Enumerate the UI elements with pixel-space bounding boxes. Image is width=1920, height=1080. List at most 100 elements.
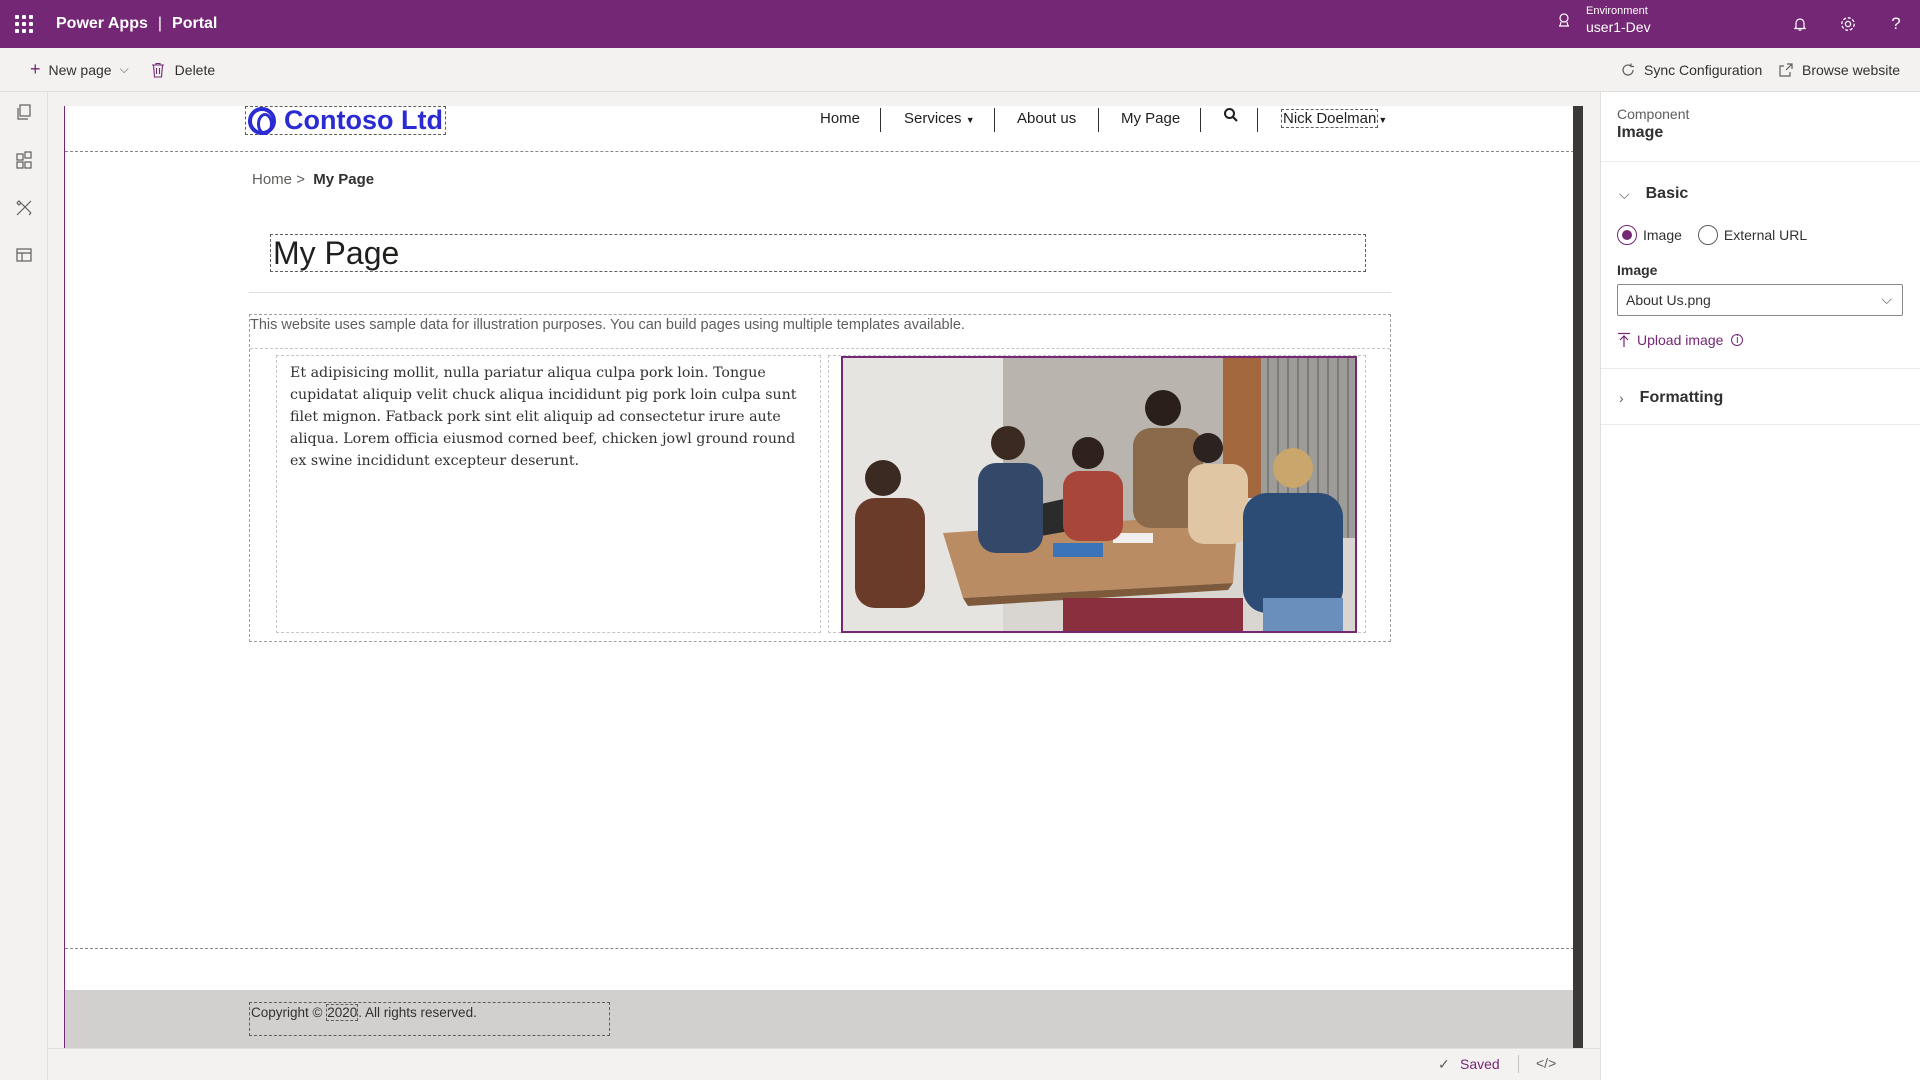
site-header[interactable]: Contoso Ltd Home Services ▼ About us My … — [65, 106, 1573, 152]
caret-down-icon: ▼ — [1378, 115, 1388, 125]
breadcrumb-home[interactable]: Home — [252, 171, 292, 188]
nav-divider — [1200, 108, 1201, 132]
nav-divider — [994, 108, 995, 132]
templates-icon[interactable] — [14, 246, 34, 266]
trash-icon — [151, 62, 164, 78]
copyright-year: 2020 — [326, 1004, 359, 1021]
copyright-block[interactable]: Copyright © 2020. All rights reserved. — [249, 1002, 610, 1036]
environment-icon — [1559, 13, 1569, 27]
image-source-group: Image External URL — [1617, 225, 1807, 245]
nav-divider — [880, 108, 881, 132]
notifications-bell-icon[interactable] — [1788, 12, 1812, 36]
app-launcher-icon[interactable] — [0, 0, 48, 48]
image-select[interactable]: About Us.png ⌵ — [1617, 284, 1903, 316]
pane-header: Component Image — [1601, 92, 1920, 162]
radio-image-label: Image — [1643, 227, 1682, 243]
body-text: Et adipisicing mollit, nulla pariatur al… — [290, 365, 797, 469]
themes-icon[interactable] — [14, 198, 34, 218]
contoso-logo-icon — [248, 106, 276, 135]
nav-divider — [1257, 108, 1258, 132]
pane-divider — [1601, 368, 1920, 369]
section-divider — [250, 348, 1390, 349]
browse-label: Browse website — [1802, 62, 1901, 78]
selected-image[interactable] — [841, 356, 1357, 633]
copyright-suffix: . All rights reserved. — [358, 1005, 477, 1020]
site-logo[interactable]: Contoso Ltd — [245, 106, 446, 135]
intro-text: This website uses sample data for illust… — [250, 317, 965, 333]
help-question-icon[interactable]: ? — [1884, 12, 1908, 36]
component-name: Image — [1617, 124, 1664, 141]
checkmark-icon: ✓ — [1438, 1056, 1450, 1072]
chevron-right-icon: › — [1619, 390, 1624, 406]
user-menu[interactable]: Nick Doelman ▼ — [1281, 108, 1387, 130]
copyright-prefix: Copyright © — [251, 1005, 327, 1020]
app-sub-name: Portal — [172, 15, 218, 32]
sync-label: Sync Configuration — [1644, 62, 1763, 78]
command-bar: + New page ⌵ Delete Sync Configuration B… — [0, 48, 1920, 92]
site-footer[interactable]: Copyright © 2020. All rights reserved. — [65, 990, 1573, 1048]
image-field-label: Image — [1617, 262, 1658, 278]
left-rail — [0, 92, 48, 1080]
environment-switcher[interactable]: Environment user1-Dev — [1556, 4, 1651, 36]
status-divider — [1518, 1055, 1519, 1073]
browse-website-button[interactable]: Browse website — [1778, 48, 1900, 92]
delete-label: Delete — [174, 61, 216, 78]
breadcrumb-current: My Page — [313, 171, 375, 188]
image-column[interactable] — [828, 355, 1366, 633]
search-icon[interactable] — [1223, 107, 1239, 123]
status-bar: ✓ Saved </> — [48, 1048, 1600, 1080]
upload-icon — [1618, 332, 1630, 347]
pages-icon[interactable] — [14, 102, 34, 122]
delete-button[interactable]: Delete — [151, 48, 215, 92]
upload-image-label: Upload image — [1637, 332, 1724, 348]
chevron-down-icon: ⌵ — [1881, 291, 1892, 307]
nav-services[interactable]: Services ▼ — [904, 108, 975, 130]
page-title-block[interactable]: My Page — [270, 234, 1366, 272]
component-label: Component — [1617, 106, 1690, 122]
breadcrumb-separator: > — [296, 171, 305, 188]
formatting-section-toggle[interactable]: › Formatting — [1601, 382, 1920, 414]
logo-text: Contoso Ltd — [284, 106, 443, 135]
text-column[interactable]: Et adipisicing mollit, nulla pariatur al… — [276, 355, 821, 633]
plus-icon: + — [30, 59, 41, 79]
components-icon[interactable] — [14, 150, 34, 170]
new-page-label: New page — [48, 61, 112, 78]
sync-icon — [1622, 63, 1634, 76]
radio-external-url-label: External URL — [1723, 227, 1808, 243]
image-select-value: About Us.png — [1626, 292, 1711, 308]
chevron-down-icon[interactable]: ⌵ — [120, 62, 129, 77]
title-separator: | — [157, 15, 163, 32]
settings-gear-icon[interactable] — [1836, 12, 1860, 36]
radio-external-url[interactable] — [1697, 225, 1718, 245]
formatting-section-label: Formatting — [1639, 389, 1724, 406]
open-external-icon — [1779, 63, 1793, 77]
nav-about-us[interactable]: About us — [1017, 108, 1076, 130]
footer-divider — [65, 948, 1573, 949]
title-divider — [249, 292, 1391, 293]
basic-section-toggle[interactable]: ⌵ Basic — [1601, 178, 1920, 210]
saved-status: Saved — [1460, 1056, 1500, 1072]
page-title: My Page — [273, 235, 400, 271]
radio-image[interactable] — [1617, 225, 1637, 245]
upload-image-button[interactable]: Upload image i — [1617, 332, 1744, 348]
nav-my-page[interactable]: My Page — [1121, 108, 1180, 130]
chevron-down-icon: ⌵ — [1619, 185, 1630, 202]
info-icon[interactable]: i — [1731, 334, 1744, 346]
environment-value: user1-Dev — [1586, 19, 1651, 35]
new-page-button[interactable]: + New page ⌵ — [30, 48, 129, 92]
user-name: Nick Doelman — [1281, 109, 1379, 128]
sync-configuration-button[interactable]: Sync Configuration — [1620, 48, 1762, 92]
basic-section-label: Basic — [1645, 185, 1689, 202]
content-section[interactable]: This website uses sample data for illust… — [249, 314, 1391, 642]
properties-pane: Component Image ⌵ Basic Image External U… — [1600, 92, 1920, 1080]
code-view-icon[interactable]: </> — [1536, 1055, 1556, 1071]
nav-home[interactable]: Home — [820, 108, 860, 130]
canvas-scrollbar[interactable] — [1573, 106, 1583, 1048]
breadcrumb: Home > My Page — [252, 171, 374, 188]
nav-services-label: Services — [904, 110, 962, 127]
page-canvas: Contoso Ltd Home Services ▼ About us My … — [64, 106, 1573, 1048]
app-header: Power Apps | Portal Environment user1-De… — [0, 0, 1920, 48]
caret-down-icon: ▼ — [965, 115, 975, 125]
app-name[interactable]: Power Apps — [56, 15, 148, 33]
nav-divider — [1098, 108, 1099, 132]
